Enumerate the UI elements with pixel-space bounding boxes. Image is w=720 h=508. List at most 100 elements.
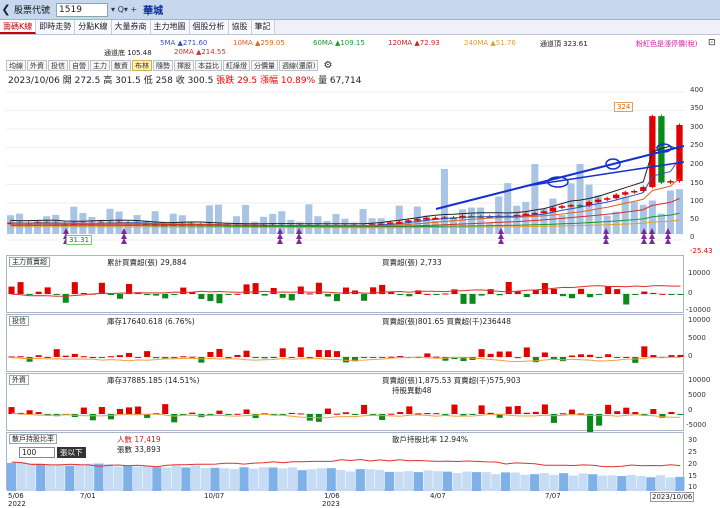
- y-tick: 300: [690, 123, 704, 131]
- lots-threshold-label: 張以下: [57, 447, 86, 458]
- net-bar: [650, 292, 657, 294]
- net-bar: [433, 294, 440, 295]
- y-tick: 0: [688, 352, 693, 360]
- period-select[interactable]: 週線(還原): [279, 60, 319, 71]
- y-tick: 350: [690, 104, 704, 112]
- net-bar: [261, 357, 268, 359]
- legend-ma240: 240MA ▲51.76: [464, 39, 516, 47]
- retail-bar: [626, 474, 637, 491]
- net-bar: [532, 411, 539, 414]
- subtab-pe[interactable]: 本益比: [195, 60, 222, 71]
- subtab-dealer[interactable]: 自營: [69, 60, 89, 71]
- candle-body: [622, 192, 629, 195]
- retail-bar: [55, 464, 65, 491]
- retail-bar: [394, 471, 404, 491]
- retail-bar: [161, 467, 172, 491]
- lock-icon[interactable]: ⊡: [708, 38, 716, 48]
- retail-bar: [462, 471, 472, 491]
- chevron-left-icon[interactable]: ❮: [0, 3, 12, 16]
- net-bar: [388, 292, 395, 294]
- low-tag: 31.31: [66, 235, 93, 245]
- net-bar: [605, 404, 612, 414]
- subtab-price-volume[interactable]: 分價量: [251, 60, 278, 71]
- subtab-pick[interactable]: 擇股: [174, 60, 194, 71]
- net-bar: [171, 357, 178, 359]
- subtab-light[interactable]: 紅綠燈: [223, 60, 250, 71]
- price-chart[interactable]: [6, 84, 684, 254]
- net-bar: [496, 294, 503, 296]
- panel-main-dropdown[interactable]: 主力買賣超: [9, 257, 50, 267]
- net-bar: [162, 357, 169, 359]
- net-bar: [632, 412, 639, 414]
- retail-bar: [675, 476, 685, 491]
- retail-bar: [510, 472, 520, 491]
- retail-bar: [200, 468, 210, 491]
- net-bar: [641, 291, 648, 294]
- tab-analysis[interactable]: 個股分析: [189, 20, 229, 34]
- net-bar: [207, 294, 214, 302]
- subtab-foreign[interactable]: 外資: [27, 60, 47, 71]
- subtab-trust[interactable]: 投信: [48, 60, 68, 71]
- net-bar: [126, 352, 133, 357]
- net-bar: [650, 409, 657, 414]
- net-bar: [677, 414, 684, 415]
- x-tick: 7/07: [545, 492, 561, 500]
- net-bar: [342, 412, 350, 414]
- net-bar: [596, 357, 603, 358]
- panel-retail-dropdown[interactable]: 散戶持股比率: [9, 434, 57, 444]
- tab-chip-kline[interactable]: 籌碼K線: [0, 20, 37, 34]
- net-bar: [171, 414, 178, 423]
- net-bar: [261, 294, 268, 296]
- net-bar: [532, 290, 539, 294]
- volume-bar: [675, 189, 683, 234]
- retail-bar: [500, 472, 511, 491]
- gear-icon[interactable]: ⚙: [323, 60, 332, 72]
- net-bar: [361, 357, 368, 358]
- subtab-bollinger[interactable]: 布林: [132, 60, 152, 71]
- net-bar: [415, 413, 422, 415]
- net-bar: [324, 294, 331, 297]
- net-bar: [478, 294, 485, 296]
- retail-bar: [665, 477, 675, 491]
- tab-realtime[interactable]: 即時走勢: [36, 20, 76, 34]
- subtab-main[interactable]: 主力: [90, 60, 110, 71]
- net-bar: [26, 357, 33, 362]
- tab-main-map[interactable]: 主力地圖: [150, 20, 190, 34]
- subtab-ma[interactable]: 均線: [6, 60, 26, 71]
- net-bar: [171, 294, 178, 295]
- tab-big-broker[interactable]: 大量券商: [111, 20, 151, 34]
- net-bar: [433, 356, 440, 358]
- net-bar: [559, 294, 566, 297]
- tab-notes[interactable]: 筆記: [251, 20, 275, 34]
- retail-bar: [74, 464, 84, 491]
- panel-trust: 投信 庫存17640.618 (6.76%) 買賣超(張)801.65 買賣超(…: [6, 314, 685, 372]
- x-tick: 5/06: [8, 492, 24, 500]
- retail-bar: [142, 465, 152, 491]
- search-controls[interactable]: ▾ Q▾ +: [111, 5, 137, 14]
- volume-bar: [25, 223, 33, 234]
- stock-code-input[interactable]: 1519: [56, 2, 109, 17]
- retail-bar: [278, 468, 288, 491]
- tab-related[interactable]: 協股: [228, 20, 252, 34]
- subtab-retail[interactable]: 散資: [111, 60, 131, 71]
- net-bar: [306, 293, 313, 295]
- retail-bar: [316, 468, 327, 491]
- net-bar: [306, 357, 313, 358]
- panel-foreign-dropdown[interactable]: 外資: [9, 375, 29, 385]
- net-bar: [460, 414, 467, 416]
- lots-threshold-select[interactable]: 100: [19, 447, 55, 458]
- tab-branch-kline[interactable]: 分點K線: [75, 20, 112, 34]
- panel-trust-dropdown[interactable]: 投信: [9, 316, 29, 326]
- legend-lower: 通道底 105.48: [104, 49, 152, 57]
- retail-bar: [646, 477, 656, 491]
- net-bar: [153, 294, 160, 296]
- net-bar: [71, 353, 78, 357]
- legend-ma10: 10MA ▲259.05: [233, 39, 285, 47]
- net-bar: [107, 356, 114, 358]
- net-bar: [614, 411, 621, 414]
- volume-bar: [359, 208, 367, 234]
- net-bar: [116, 408, 124, 414]
- retail-bar: [520, 474, 530, 491]
- subtab-trend[interactable]: 隨勢: [153, 60, 173, 71]
- net-bar: [252, 357, 259, 358]
